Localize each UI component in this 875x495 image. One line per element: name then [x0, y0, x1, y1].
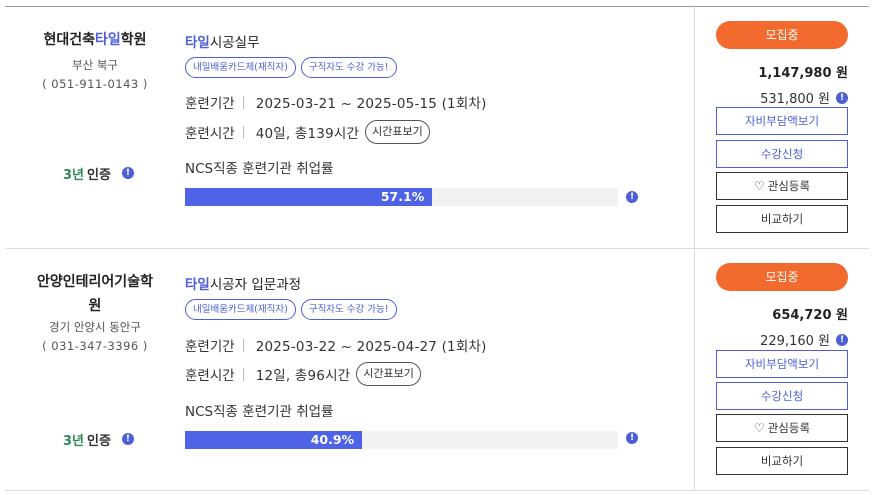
course-card: 안양인테리어기술학 원 경기 안양시 동안구 ( 031-347-3396 ) 3… [5, 249, 869, 491]
apply-button[interactable]: 수강신청 [716, 140, 848, 168]
institute-phone: ( 051-911-0143 ) [42, 77, 148, 91]
employment-rate-fill: 57.1% [185, 188, 433, 206]
wishlist-button[interactable]: ♡ 관심등록 [716, 172, 848, 200]
employment-rate-label: NCS직종 훈련기관 취업률 [185, 404, 334, 420]
self-pay-price: 531,800 원 ! [760, 88, 848, 107]
training-period: 훈련기간 2025-03-21 ~ 2025-05-15 (1회차) [185, 95, 487, 112]
institute-name[interactable]: 현대건축타일학원 [5, 28, 185, 52]
course-title[interactable]: 타일시공실무 [185, 31, 260, 51]
self-pay-button[interactable]: 자비부담액보기 [716, 350, 848, 378]
self-pay-button[interactable]: 자비부담액보기 [716, 107, 848, 135]
cert-years: 3년 [63, 433, 85, 449]
info-icon[interactable]: ! [121, 167, 134, 179]
status-badge: 모집중 [716, 21, 848, 49]
employment-rate-fill: 40.9% [185, 431, 363, 449]
employment-rate-value: 57.1% [380, 189, 425, 204]
tag-jobseeker: 구직자도 수강 가능! [300, 57, 397, 78]
info-icon[interactable]: ! [836, 333, 848, 346]
compare-button[interactable]: 비교하기 [716, 447, 848, 475]
certification-badge: 3년 인증 ! [63, 164, 134, 183]
institute-location: 경기 안양시 동안구 [49, 320, 141, 334]
course-title[interactable]: 타일시공자 입문과정 [185, 273, 301, 293]
schedule-button[interactable]: 시간표보기 [356, 362, 421, 386]
cert-label: 인증 [87, 433, 111, 449]
schedule-button[interactable]: 시간표보기 [365, 120, 430, 144]
heart-icon: ♡ [753, 179, 765, 193]
employment-rate-bar: 57.1% ! [185, 188, 638, 206]
course-tags: 내일배움카드제(재직자) 구직자도 수강 가능! [185, 57, 397, 78]
institute-location: 부산 북구 [72, 58, 118, 72]
institute-phone: ( 031-347-3396 ) [42, 339, 148, 353]
certification-badge: 3년 인증 ! [63, 430, 134, 449]
training-hours: 훈련시간 40일, 총139시간 시간표보기 [185, 120, 430, 144]
training-hours: 훈련시간 12일, 총96시간 시간표보기 [185, 362, 421, 386]
column-divider [694, 7, 695, 248]
wishlist-button[interactable]: ♡ 관심등록 [716, 414, 848, 442]
heart-icon: ♡ [753, 421, 765, 435]
total-price: 654,720 원 [772, 308, 848, 323]
tag-card-program: 내일배움카드제(재직자) [185, 57, 296, 78]
total-price: 1,147,980 원 [758, 66, 848, 81]
status-badge: 모집중 [716, 263, 848, 291]
employment-rate-bar: 40.9% ! [185, 431, 638, 449]
employment-rate-label: NCS직종 훈련기관 취업률 [185, 161, 334, 177]
training-period: 훈련기간 2025-03-22 ~ 2025-04-27 (1회차) [185, 338, 487, 355]
compare-button[interactable]: 비교하기 [716, 205, 848, 233]
institute-info: 안양인테리어기술학 원 경기 안양시 동안구 ( 031-347-3396 ) [5, 270, 185, 356]
course-card: 현대건축타일학원 부산 북구 ( 051-911-0143 ) 3년 인증 ! … [5, 7, 869, 249]
column-divider [694, 249, 695, 490]
info-icon[interactable]: ! [121, 433, 134, 445]
course-tags: 내일배움카드제(재직자) 구직자도 수강 가능! [185, 299, 397, 320]
institute-name[interactable]: 안양인테리어기술학 원 [5, 270, 185, 318]
employment-rate-value: 40.9% [310, 432, 355, 447]
cert-years: 3년 [63, 167, 85, 183]
info-icon[interactable]: ! [626, 432, 638, 444]
apply-button[interactable]: 수강신청 [716, 382, 848, 410]
tag-card-program: 내일배움카드제(재직자) [185, 299, 296, 320]
self-pay-price: 229,160 원 ! [760, 330, 848, 349]
info-icon[interactable]: ! [626, 191, 638, 203]
tag-jobseeker: 구직자도 수강 가능! [300, 299, 397, 320]
info-icon[interactable]: ! [836, 91, 848, 104]
institute-info: 현대건축타일학원 부산 북구 ( 051-911-0143 ) [5, 28, 185, 94]
cert-label: 인증 [87, 167, 111, 183]
